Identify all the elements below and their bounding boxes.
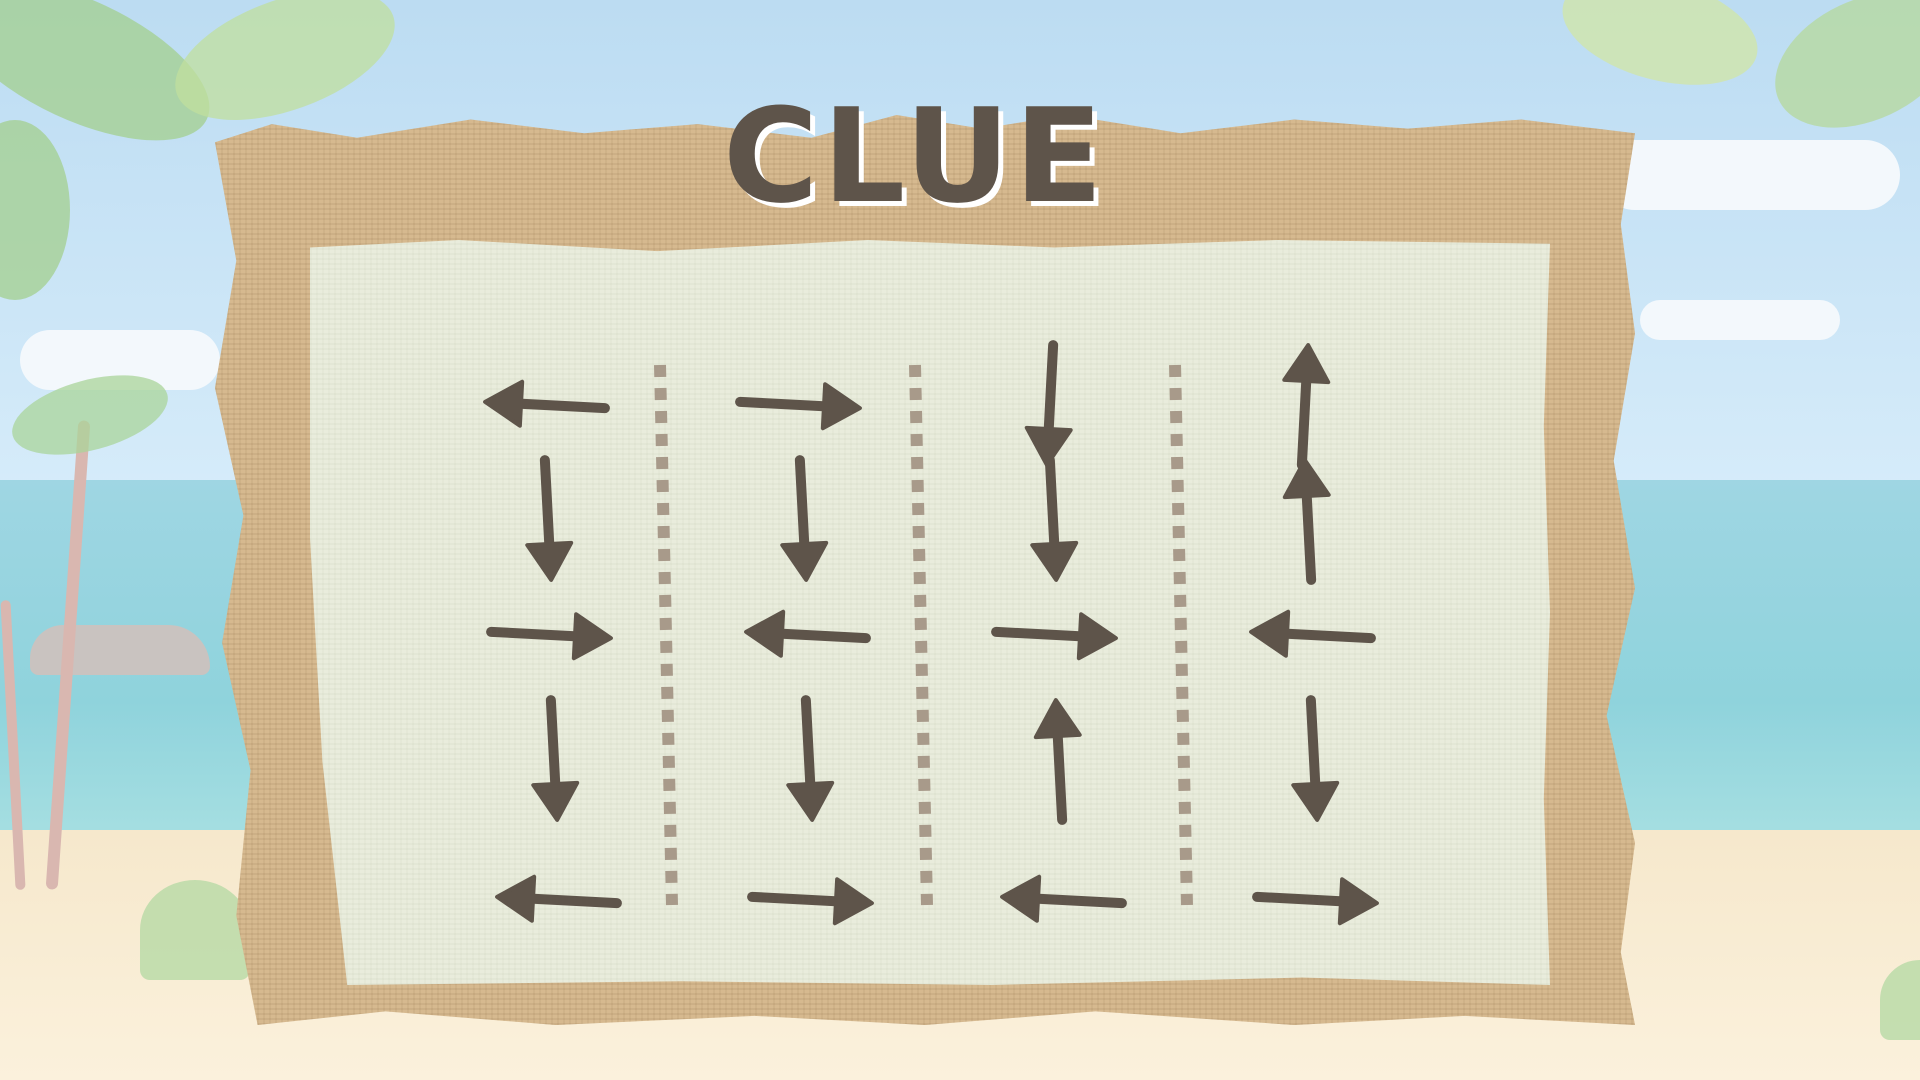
arrow-down-icon [786, 695, 835, 822]
arrow-down-icon [1024, 340, 1073, 467]
arrow-up-icon [1282, 458, 1331, 585]
arrow-down-icon [531, 695, 580, 822]
column-divider [909, 364, 933, 906]
arrow-left-icon [744, 609, 871, 658]
column-divider [1169, 364, 1193, 906]
arrow-left-icon [1000, 874, 1127, 923]
column-divider [654, 364, 678, 906]
arrow-grid [483, 340, 1379, 926]
arrow-right-icon [991, 612, 1118, 661]
arrow-left-icon [483, 379, 610, 428]
arrow-up-icon [1282, 343, 1331, 470]
arrow-down-icon [525, 455, 574, 582]
arrow-right-icon [486, 612, 613, 661]
arrow-left-icon [495, 874, 622, 923]
arrow-down-icon [1291, 695, 1340, 822]
arrow-left-icon [1249, 609, 1376, 658]
arrow-right-icon [1252, 877, 1379, 926]
arrow-right-icon [747, 877, 874, 926]
arrow-right-icon [735, 382, 862, 431]
arrow-up-icon [1033, 698, 1082, 825]
arrow-down-icon [780, 455, 829, 582]
arrow-down-icon [1030, 455, 1079, 582]
